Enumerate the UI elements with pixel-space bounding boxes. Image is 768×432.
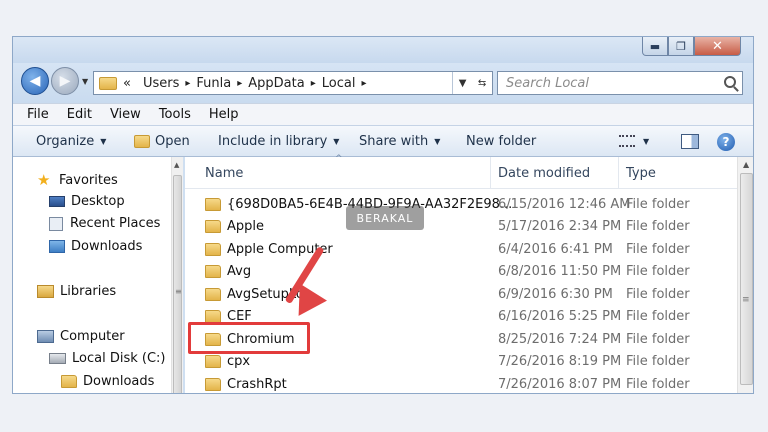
folder-icon	[205, 354, 221, 368]
title-bar: ▬ ❐ ✕	[13, 37, 753, 63]
scroll-up-icon[interactable]: ▲	[743, 160, 749, 169]
column-header: ^ Name Date modified Type	[185, 154, 737, 189]
maximize-button[interactable]: ❐	[668, 37, 694, 56]
navigation-scrollbar[interactable]: ▲ ≡	[171, 157, 183, 393]
arrow-left-icon: ◀	[29, 73, 41, 89]
menu-bar: File Edit View Tools Help	[13, 103, 753, 125]
menu-file[interactable]: File	[13, 107, 58, 122]
address-row: ◀ ▶ ▼ « Users ▸ Funla ▸ AppData ▸ Local …	[13, 63, 753, 103]
file-list: ^ Name Date modified Type {698D0BA5-6E4B…	[185, 154, 753, 393]
highlight-box	[188, 322, 310, 354]
refresh-icon[interactable]: ⇆	[478, 78, 486, 89]
nav-desktop[interactable]: Desktop	[49, 194, 125, 209]
breadcrumb-local[interactable]: Local	[322, 76, 356, 91]
folder-icon	[205, 264, 221, 278]
file-row[interactable]: Apple 5/17/2016 2:34 PM File folder	[185, 215, 737, 237]
new-folder-button[interactable]: New folder	[466, 134, 536, 149]
folder-open-icon	[134, 135, 150, 148]
breadcrumb-funla[interactable]: Funla	[196, 76, 231, 91]
folder-icon	[205, 287, 221, 301]
forward-button[interactable]: ▶	[51, 67, 79, 95]
folder-icon	[205, 242, 221, 256]
command-bar: Organize ▼ Open Include in library ▼ Share…	[13, 125, 753, 157]
preview-pane-icon[interactable]	[681, 134, 699, 149]
navigation-pane: ★ Favorites Desktop Recent Places Downlo…	[13, 157, 183, 393]
libraries-icon	[37, 285, 54, 298]
folder-icon	[205, 377, 221, 391]
folder-icon	[205, 219, 221, 233]
nav-downloads-folder[interactable]: Downloads	[61, 374, 154, 389]
menu-edit[interactable]: Edit	[58, 107, 101, 122]
search-placeholder: Search Local	[506, 75, 590, 91]
recent-pages-dropdown[interactable]: ▼	[82, 77, 88, 86]
column-name[interactable]: Name	[205, 166, 243, 181]
breadcrumb-separator[interactable]: ▸	[237, 78, 242, 89]
search-input[interactable]: Search Local	[497, 71, 743, 95]
breadcrumb-separator[interactable]: ▸	[311, 78, 316, 89]
downloads-icon	[49, 240, 65, 253]
chevron-down-icon: ▼	[100, 137, 107, 146]
hard-disk-icon	[49, 353, 66, 364]
nav-recent-places[interactable]: Recent Places	[49, 216, 160, 231]
grip-icon: ≡	[175, 287, 182, 296]
nav-computer[interactable]: Computer	[37, 329, 125, 344]
nav-libraries[interactable]: Libraries	[37, 284, 116, 299]
nav-favorites[interactable]: ★ Favorites	[37, 171, 118, 189]
chevron-down-icon: ▼	[434, 137, 441, 146]
scrollbar-thumb[interactable]	[740, 173, 753, 385]
breadcrumb-separator[interactable]: ▸	[361, 78, 366, 89]
file-row[interactable]: Apple Computer 6/4/2016 6:41 PM File fol…	[185, 238, 737, 260]
scroll-up-icon[interactable]: ▲	[174, 161, 179, 169]
help-icon[interactable]: ?	[717, 133, 735, 151]
chevron-down-icon[interactable]: ▼	[643, 137, 649, 146]
grip-icon: ≡	[742, 295, 750, 305]
file-row[interactable]: Avg 6/8/2016 11:50 PM File folder	[185, 260, 737, 282]
search-icon[interactable]	[724, 76, 736, 88]
folder-icon	[205, 197, 221, 211]
back-button[interactable]: ◀	[21, 67, 49, 95]
breadcrumb-overflow[interactable]: «	[123, 76, 131, 91]
computer-icon	[37, 330, 54, 343]
breadcrumb-users[interactable]: Users	[143, 76, 179, 91]
menu-view[interactable]: View	[101, 107, 150, 122]
minimize-button[interactable]: ▬	[642, 37, 668, 56]
address-bar[interactable]: « Users ▸ Funla ▸ AppData ▸ Local ▸ ▼ ⇆	[93, 71, 493, 95]
file-row[interactable]: {698D0BA5-6E4B-44BD-9F9A-AA32F2E98... 6/…	[185, 193, 737, 215]
file-list-scrollbar[interactable]: ▲ ≡	[737, 157, 753, 393]
folder-icon	[61, 375, 77, 388]
menu-tools[interactable]: Tools	[150, 107, 200, 122]
menu-help[interactable]: Help	[200, 107, 248, 122]
breadcrumb-appdata[interactable]: AppData	[248, 76, 304, 91]
folder-icon	[205, 309, 221, 323]
column-date-modified[interactable]: Date modified	[498, 166, 590, 181]
nav-local-disk[interactable]: Local Disk (C:)	[49, 351, 165, 366]
star-icon: ★	[37, 171, 51, 189]
watermark: BERAKAL	[346, 206, 424, 230]
share-with-button[interactable]: Share with ▼	[359, 134, 440, 149]
arrow-right-icon: ▶	[59, 73, 71, 89]
close-button[interactable]: ✕	[694, 37, 741, 56]
recent-places-icon	[49, 216, 63, 231]
nav-downloads[interactable]: Downloads	[49, 239, 142, 254]
organize-button[interactable]: Organize ▼	[36, 134, 106, 149]
chevron-down-icon: ▼	[333, 137, 340, 146]
open-button[interactable]: Open	[134, 134, 190, 149]
desktop-icon	[49, 196, 65, 207]
column-type[interactable]: Type	[626, 166, 656, 181]
sort-ascending-icon: ^	[335, 154, 343, 164]
address-dropdown-icon[interactable]: ▼	[459, 78, 467, 89]
breadcrumb-separator[interactable]: ▸	[185, 78, 190, 89]
file-row[interactable]: CrashRpt 7/26/2016 8:07 PM File folder	[185, 373, 737, 393]
file-row[interactable]: AvgSetupLo 6/9/2016 6:30 PM File folder	[185, 283, 737, 305]
folder-icon	[99, 76, 117, 90]
view-options-icon[interactable]	[619, 135, 635, 147]
scrollbar-thumb[interactable]	[173, 175, 182, 393]
include-in-library-button[interactable]: Include in library ▼	[218, 134, 339, 149]
